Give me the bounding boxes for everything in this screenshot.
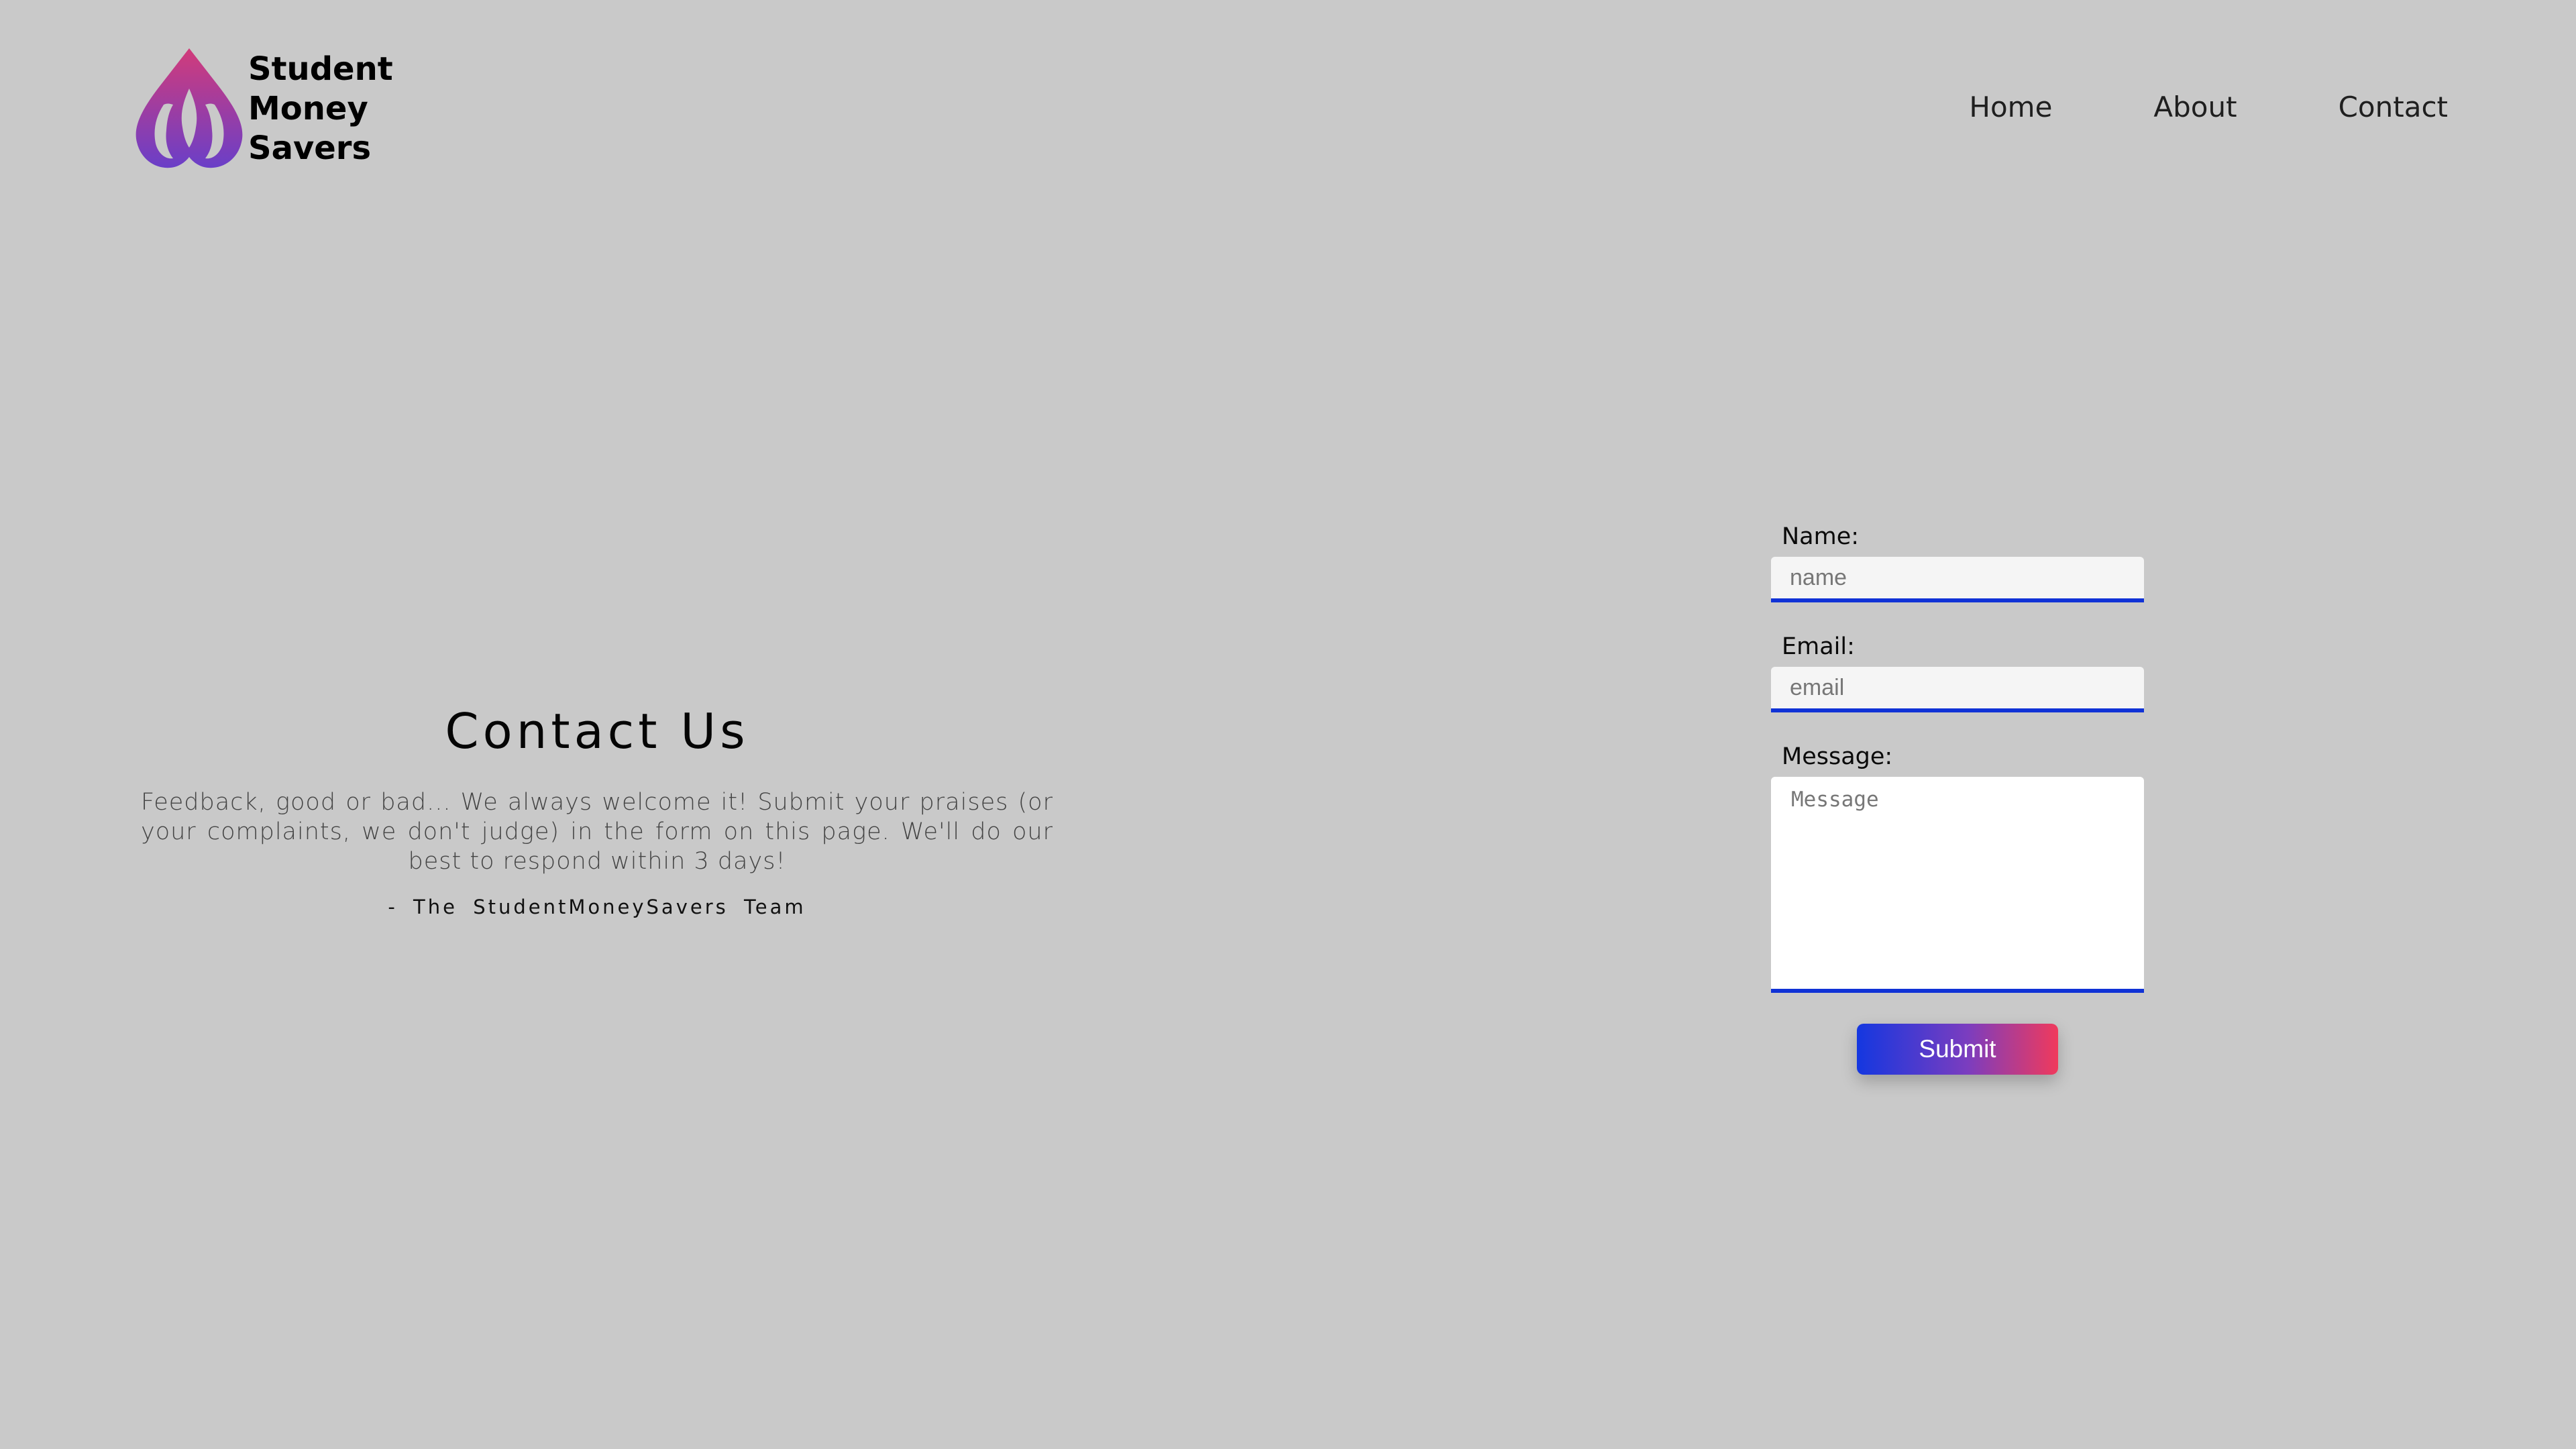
email-input[interactable] — [1771, 667, 2144, 712]
flame-drop-logo-icon — [136, 48, 243, 168]
message-textarea[interactable] — [1771, 777, 2144, 993]
page-title: Contact Us — [445, 703, 749, 759]
intro-paragraph: Feedback, good or bad... We always welco… — [141, 789, 1053, 875]
brand-name-line-2: Money — [248, 90, 368, 127]
brand-logo-link[interactable]: Student Money Savers — [136, 47, 393, 169]
name-input[interactable] — [1771, 557, 2144, 602]
brand-name-line-3: Savers — [248, 129, 372, 167]
site-header: Student Money Savers Home About Contact — [0, 0, 2576, 201]
contact-intro: Contact Us Feedback, good or bad... We a… — [141, 698, 1053, 920]
nav-link-about[interactable]: About — [2153, 90, 2237, 125]
name-label: Name: — [1782, 523, 1860, 550]
brand-name-line-1: Student — [248, 50, 393, 88]
main-nav: Home About Contact — [1969, 90, 2448, 125]
contact-form: Name: Email: Message: Submit — [1771, 522, 2144, 1075]
email-label: Email: — [1782, 633, 1855, 660]
submit-button[interactable]: Submit — [1857, 1024, 2058, 1075]
nav-link-contact[interactable]: Contact — [2339, 90, 2448, 125]
team-signature: - The StudentMoneySavers Team — [388, 896, 806, 918]
brand-name: Student Money Savers — [248, 50, 393, 168]
nav-link-home[interactable]: Home — [1969, 90, 2052, 125]
message-label: Message: — [1782, 743, 1893, 770]
